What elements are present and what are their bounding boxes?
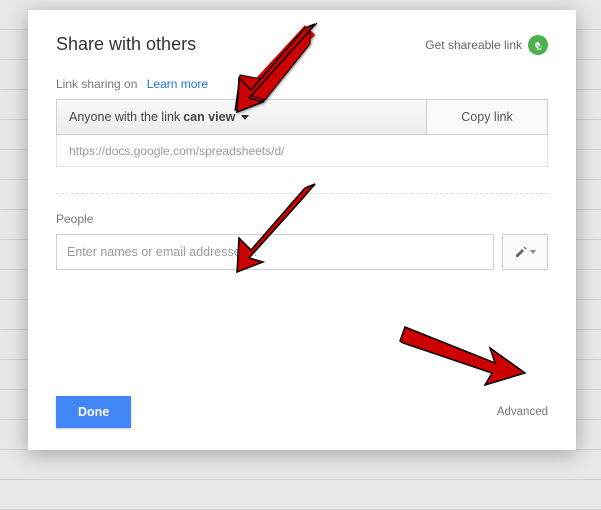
done-button[interactable]: Done (56, 396, 131, 428)
people-permission-button[interactable] (502, 234, 548, 270)
advanced-link[interactable]: Advanced (497, 406, 548, 418)
dialog-title: Share with others (56, 34, 196, 55)
link-sharing-status: Link sharing on Learn more (56, 77, 548, 91)
share-dialog: Share with others Get shareable link Lin… (28, 10, 576, 450)
get-shareable-link-label: Get shareable link (425, 38, 522, 52)
link-icon (528, 35, 548, 55)
divider (56, 193, 548, 194)
get-shareable-link-button[interactable]: Get shareable link (425, 35, 548, 55)
share-url-field[interactable]: https://docs.google.com/spreadsheets/d/ (56, 135, 548, 167)
link-permission-dropdown[interactable]: Anyone with the link can view (57, 100, 427, 134)
learn-more-link[interactable]: Learn more (147, 77, 208, 91)
people-input[interactable] (56, 234, 494, 270)
caret-down-icon (530, 250, 536, 254)
people-label: People (56, 212, 548, 226)
caret-down-icon (241, 115, 249, 120)
copy-link-button[interactable]: Copy link (427, 100, 547, 134)
pencil-icon (515, 246, 527, 258)
permission-bar: Anyone with the link can view Copy link (56, 99, 548, 135)
